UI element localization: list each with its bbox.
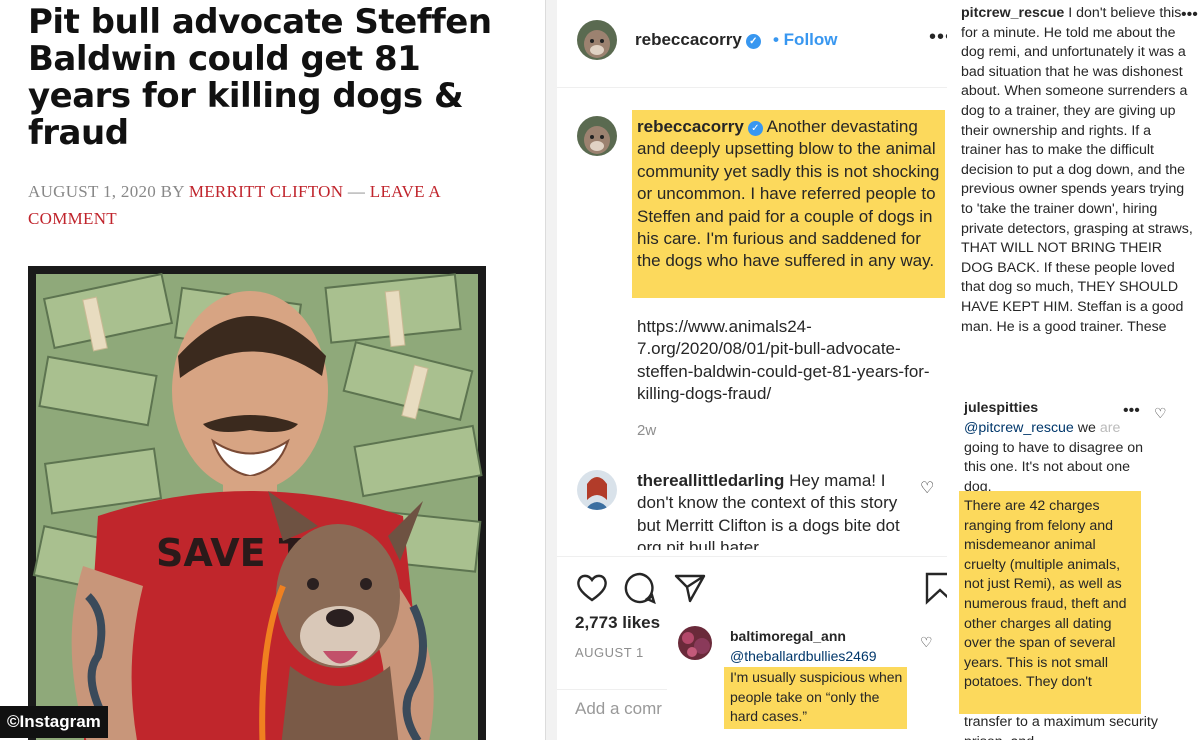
- reply-username[interactable]: julespitties: [964, 400, 1038, 416]
- post-time[interactable]: 2w: [637, 422, 656, 439]
- comment-username[interactable]: thereallittledarling: [637, 471, 784, 490]
- reply-intro-b: going to have to disagree on this one. I…: [964, 439, 1144, 495]
- comment-heart-icon[interactable]: ♡: [920, 478, 934, 498]
- caption-text: Another devastating and deeply upsetting…: [637, 117, 940, 271]
- comment: pitcrew_rescue I don't believe this for …: [961, 4, 1195, 337]
- comment-icon[interactable]: [623, 571, 657, 605]
- bookmark-icon[interactable]: [923, 571, 947, 605]
- article-date: AUGUST 1, 2020: [28, 182, 157, 201]
- reply-tail-text: transfer to a maximum security prison, a…: [964, 714, 1158, 740]
- popup-heart-icon[interactable]: ♡: [920, 634, 933, 651]
- comments-column: pitcrew_rescue I don't believe this for …: [947, 0, 1200, 740]
- byline-separator: —: [347, 182, 366, 201]
- popup-avatar[interactable]: [678, 626, 712, 660]
- header-username-text[interactable]: rebeccacorry: [635, 30, 742, 49]
- verified-icon: ✓: [745, 34, 761, 49]
- more-icon[interactable]: •••: [929, 26, 947, 49]
- byline-by: BY: [160, 182, 185, 201]
- more-icon[interactable]: •••: [1123, 402, 1140, 420]
- reply-intro-a: we: [1077, 420, 1096, 436]
- panel-divider: [545, 0, 557, 740]
- reply-highlighted-text: There are 42 charges ranging from felony…: [964, 498, 1127, 691]
- post-header: rebeccacorry✓ • Follow •••: [557, 0, 947, 88]
- comment-username[interactable]: pitcrew_rescue: [961, 5, 1064, 21]
- caption-avatar[interactable]: [577, 116, 617, 156]
- header-username[interactable]: rebeccacorry ✓: [635, 30, 761, 50]
- article-title: Pit bull advocate Steffen Baldwin could …: [28, 2, 492, 153]
- likes-count[interactable]: 2,773 likes: [575, 613, 660, 633]
- caption-username[interactable]: rebeccacorry: [637, 117, 744, 136]
- reply-intro-faded: are: [1099, 420, 1121, 436]
- share-icon[interactable]: [673, 571, 707, 605]
- verified-icon: ✓: [747, 121, 763, 136]
- heart-icon[interactable]: [575, 571, 609, 605]
- byline: AUGUST 1, 2020 BY MERRITT CLIFTON — LEAV…: [28, 178, 508, 232]
- article-photo: SAVE TH: [28, 266, 486, 740]
- comment-text: I don't believe this for a minute. He to…: [961, 5, 1193, 335]
- post-caption: rebeccacorry ✓ Another devastating and de…: [637, 116, 943, 273]
- reply-mention[interactable]: @pitcrew_rescue: [964, 420, 1074, 436]
- popup-mention[interactable]: @theballardbullies2469: [730, 648, 877, 664]
- reply-intro: @pitcrew_rescue we are going to have to …: [964, 419, 1154, 497]
- popup-text: I'm usually suspicious when people take …: [730, 669, 903, 725]
- author-link[interactable]: MERRITT CLIFTON: [189, 182, 344, 201]
- instagram-watermark: ©Instagram: [0, 706, 108, 738]
- comment-avatar[interactable]: [577, 470, 617, 510]
- comment: thereallittledarling Hey mama! I don't k…: [637, 470, 917, 550]
- popup-username[interactable]: baltimoregal_ann: [730, 628, 846, 644]
- follow-button[interactable]: • Follow: [773, 30, 838, 50]
- popup-comment: baltimoregal_ann @theballardbullies2469 …: [668, 614, 946, 740]
- add-comment-input[interactable]: Add a comr: [575, 699, 662, 719]
- post-date: AUGUST 1: [575, 645, 644, 660]
- caption-url: https://www.animals24-7.org/2020/08/01/p…: [637, 317, 930, 404]
- article-panel: Pit bull advocate Steffen Baldwin could …: [0, 0, 545, 740]
- reply-heart-icon[interactable]: ♡: [1154, 405, 1167, 422]
- more-icon[interactable]: •••: [1181, 6, 1198, 24]
- header-avatar[interactable]: [577, 20, 617, 60]
